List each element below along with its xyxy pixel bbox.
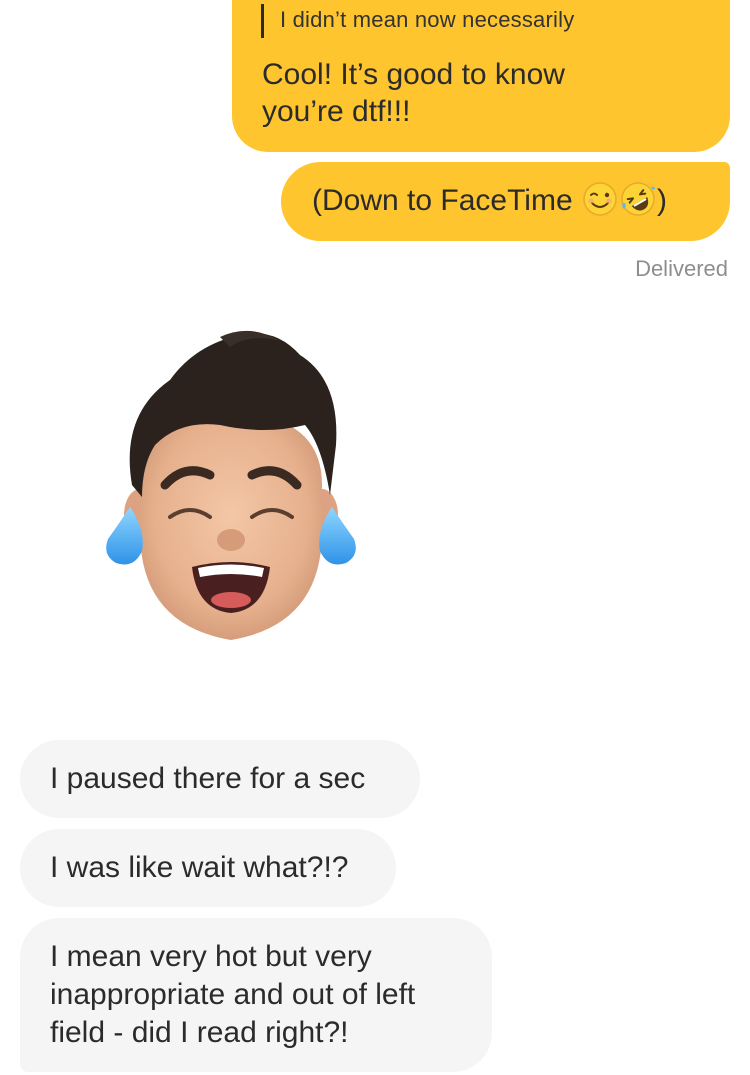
- message-text: I mean very hot but very inappropriate a…: [50, 940, 416, 1049]
- received-message-bubble[interactable]: I paused there for a sec: [20, 740, 420, 818]
- sent-message-bubble[interactable]: (Down to FaceTime ): [281, 162, 730, 241]
- message-text: Cool! It’s good to know you’re dtf!!!: [262, 58, 565, 128]
- chat-screen: I didn’t mean now necessarily Cool! It’s…: [0, 0, 750, 1075]
- message-text: (Down to FaceTime: [312, 184, 581, 217]
- received-message-bubble[interactable]: I mean very hot but very inappropriate a…: [20, 918, 492, 1072]
- sent-message-bubble[interactable]: I didn’t mean now necessarily Cool! It’s…: [232, 0, 730, 152]
- rolling-on-floor-laughing-icon: [621, 182, 655, 216]
- message-text: ): [656, 184, 667, 217]
- quote-bar: [261, 4, 264, 38]
- quoted-reply-text: I didn’t mean now necessarily: [280, 7, 575, 32]
- winking-face-icon: [583, 182, 617, 216]
- message-line: (Down to FaceTime ): [312, 181, 667, 221]
- message-text: I was like wait what?!?: [50, 851, 349, 884]
- received-message-bubble[interactable]: I was like wait what?!?: [20, 829, 396, 907]
- delivery-status: Delivered: [635, 256, 728, 281]
- memoji-tears-of-joy-sticker[interactable]: [100, 325, 362, 645]
- message-text: I paused there for a sec: [50, 762, 366, 795]
